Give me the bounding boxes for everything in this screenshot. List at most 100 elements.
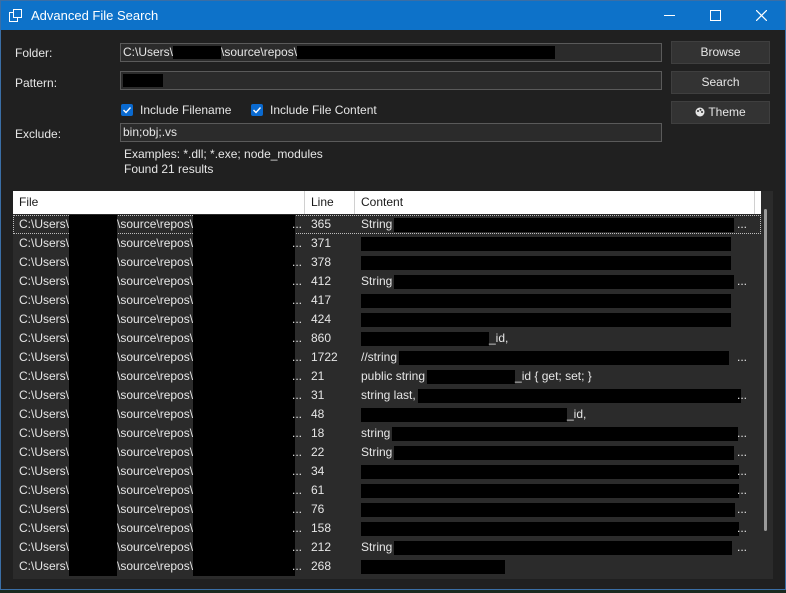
content-ellipsis: ... [737, 502, 748, 516]
column-header-line[interactable]: Line [305, 191, 355, 214]
browse-button[interactable]: Browse [671, 41, 770, 64]
exclude-label: Exclude: [15, 127, 62, 141]
content-cell: String [361, 215, 741, 234]
theme-button[interactable]: Theme [671, 101, 770, 124]
table-row[interactable]: C:\Users\ \source\repos\... 860 _id, [13, 329, 761, 348]
maximize-button[interactable] [693, 1, 739, 30]
file-path-mid: \source\repos\ [117, 426, 194, 440]
vertical-scrollbar[interactable] [761, 191, 773, 579]
redacted-block [361, 483, 739, 498]
include-content-checkbox[interactable]: Include File Content [251, 103, 381, 117]
line-number-cell: 268 [311, 559, 332, 573]
redacted-block [193, 348, 296, 367]
redacted-block [361, 464, 739, 479]
file-ellipsis: ... [292, 388, 303, 402]
table-row[interactable]: C:\Users\ \source\repos\... 34... [13, 462, 761, 481]
redacted-block [69, 557, 118, 576]
file-path-prefix: C:\Users\ [19, 217, 70, 231]
redacted-block [69, 500, 118, 519]
file-path-prefix: C:\Users\ [19, 540, 70, 554]
redacted-block [193, 462, 296, 481]
title-bar[interactable]: Advanced File Search [1, 1, 785, 30]
redacted-block [69, 538, 118, 557]
content-text-pre: String [361, 445, 393, 459]
redacted-block [361, 559, 505, 574]
table-row[interactable]: C:\Users\ \source\repos\... 18 string... [13, 424, 761, 443]
redacted-block [427, 369, 516, 384]
scrollbar-thumb[interactable] [764, 209, 767, 531]
table-row[interactable]: C:\Users\ \source\repos\... 22 String... [13, 443, 761, 462]
line-number-cell: 34 [311, 464, 325, 478]
line-number-cell: 22 [311, 445, 325, 459]
content-cell: public string _id { get; set; } [361, 367, 741, 386]
redacted-block [69, 215, 118, 234]
file-path-mid: \source\repos\ [117, 369, 194, 383]
content-ellipsis: ... [737, 274, 748, 288]
redacted-block [394, 217, 735, 232]
table-row[interactable]: C:\Users\ \source\repos\... 417 [13, 291, 761, 310]
redacted-block [69, 386, 118, 405]
checkmark-icon [253, 107, 262, 114]
folder-field[interactable]: C:\Users\ \source\repos\ [120, 43, 662, 62]
maximize-icon [710, 10, 721, 21]
redacted-block [173, 46, 222, 60]
table-row[interactable]: C:\Users\ \source\repos\... 31 string last,… [13, 386, 761, 405]
line-number-cell: 212 [311, 540, 332, 554]
table-row[interactable]: C:\Users\ \source\repos\... 212 String... [13, 538, 761, 557]
file-path-cell: C:\Users\ \source\repos\ [19, 557, 304, 576]
redacted-block [193, 215, 296, 234]
file-ellipsis: ... [292, 483, 303, 497]
content-ellipsis: ... [737, 217, 748, 231]
file-path-cell: C:\Users\ \source\repos\ [19, 462, 304, 481]
search-button[interactable]: Search [671, 71, 770, 94]
table-row[interactable]: C:\Users\ \source\repos\... 61... [13, 481, 761, 500]
table-row[interactable]: C:\Users\ \source\repos\... 48 _id, [13, 405, 761, 424]
redacted-block [361, 312, 731, 327]
column-header-file[interactable]: File [13, 191, 305, 214]
line-number-cell: 21 [311, 369, 325, 383]
line-number-cell: 417 [311, 293, 332, 307]
table-row[interactable]: C:\Users\ \source\repos\... 158... [13, 519, 761, 538]
content-text-pre: string [361, 426, 391, 440]
content-ellipsis: ... [737, 464, 748, 478]
table-row[interactable]: C:\Users\ \source\repos\... 424 [13, 310, 761, 329]
redacted-block [361, 331, 489, 346]
column-header-content[interactable]: Content [355, 191, 755, 214]
redacted-block [193, 253, 296, 272]
redacted-block [193, 443, 296, 462]
table-row[interactable]: C:\Users\ \source\repos\... 268 [13, 557, 761, 576]
examples-hint: Examples: *.dll; *.exe; node_modules [124, 147, 323, 161]
table-row[interactable]: C:\Users\ \source\repos\... 378 [13, 253, 761, 272]
table-row[interactable]: C:\Users\ \source\repos\... 76... [13, 500, 761, 519]
file-path-cell: C:\Users\ \source\repos\ [19, 424, 304, 443]
pattern-field[interactable] [120, 71, 662, 90]
content-text-pre: string last, [361, 388, 416, 402]
file-ellipsis: ... [292, 521, 303, 535]
file-path-mid: \source\repos\ [117, 559, 194, 573]
file-path-prefix: C:\Users\ [19, 293, 70, 307]
file-path-prefix: C:\Users\ [19, 312, 70, 326]
table-row[interactable]: C:\Users\ \source\repos\... 412 String... [13, 272, 761, 291]
file-path-mid: \source\repos\ [117, 388, 194, 402]
redacted-block [361, 236, 731, 251]
exclude-field[interactable]: bin;obj;.vs [120, 123, 662, 142]
redacted-block [193, 538, 296, 557]
file-path-cell: C:\Users\ \source\repos\ [19, 310, 304, 329]
minimize-button[interactable] [647, 1, 693, 30]
results-list[interactable]: File Line Content C:\Users\ \source\repos… [13, 191, 773, 579]
table-row[interactable]: C:\Users\ \source\repos\... 371 [13, 234, 761, 253]
exclude-value: bin;obj;.vs [123, 125, 178, 139]
table-row[interactable]: C:\Users\ \source\repos\... 365 String... [13, 215, 761, 234]
table-row[interactable]: C:\Users\ \source\repos\... 1722 //string..… [13, 348, 761, 367]
content-ellipsis: ... [737, 350, 748, 364]
line-number-cell: 424 [311, 312, 332, 326]
redacted-block [123, 74, 163, 88]
file-path-cell: C:\Users\ \source\repos\ [19, 519, 304, 538]
close-button[interactable] [739, 1, 785, 30]
table-row[interactable]: C:\Users\ \source\repos\... 21 public strin… [13, 367, 761, 386]
redacted-block [297, 46, 556, 60]
content-cell [361, 291, 741, 310]
redacted-block [69, 519, 118, 538]
include-filename-checkbox[interactable]: Include Filename [121, 103, 236, 117]
file-path-prefix: C:\Users\ [19, 483, 70, 497]
